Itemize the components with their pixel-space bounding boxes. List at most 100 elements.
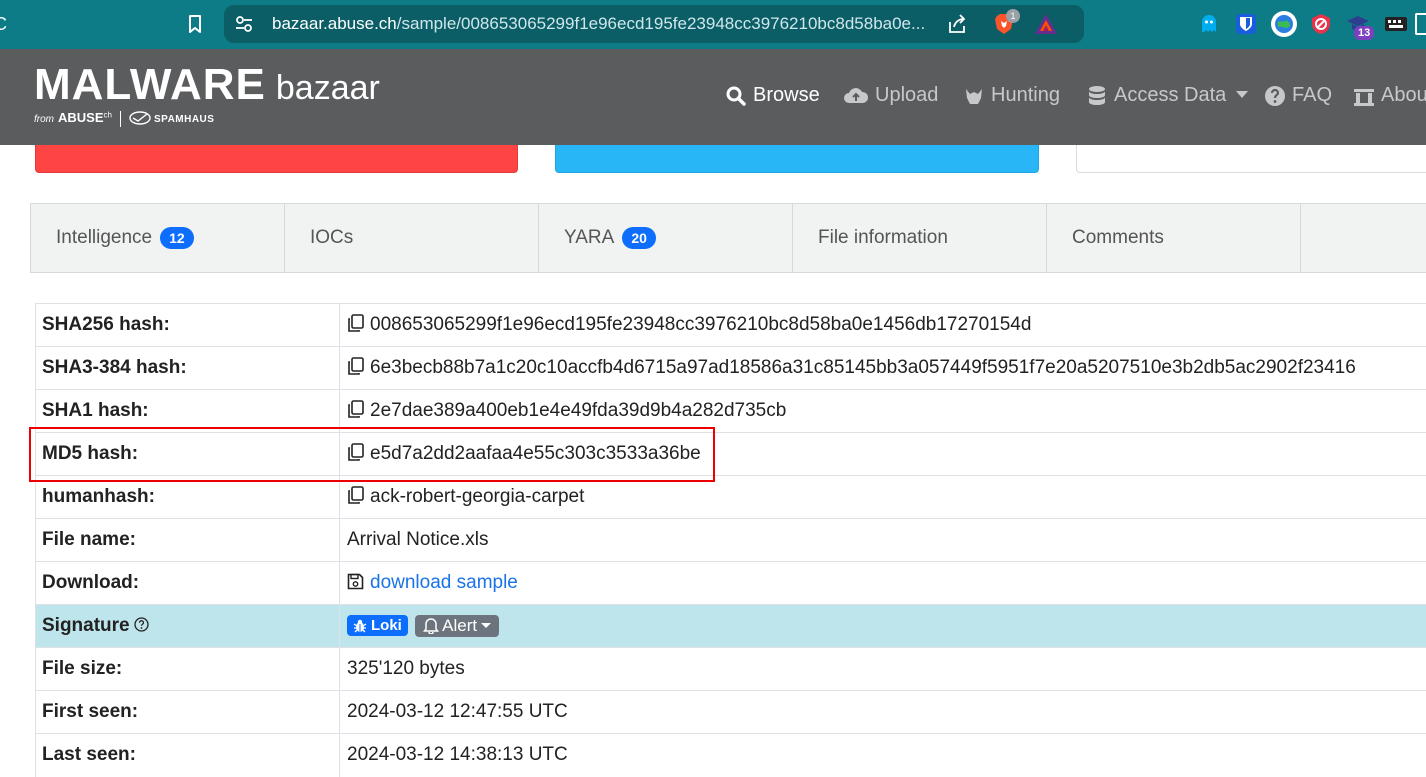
nav-browse-label: Browse (753, 84, 820, 106)
cloud-upload-icon (844, 87, 869, 103)
row-value: 6e3becb88b7a1c20c10accfb4d6715a97ad18586… (339, 346, 1426, 390)
bitwarden-icon[interactable] (1234, 12, 1258, 36)
row-key: SHA3-384 hash: (35, 346, 340, 390)
site-settings-icon[interactable] (234, 14, 254, 34)
shield-extension-icon[interactable] (1309, 12, 1333, 36)
signature-badge[interactable]: Loki (347, 615, 408, 637)
logo-text-main: MALWARE (34, 60, 266, 109)
copy-icon[interactable] (347, 486, 364, 505)
bank-icon (1354, 88, 1374, 106)
nav-access-data[interactable]: Access Data (1086, 84, 1249, 107)
summary-card-red (35, 145, 518, 173)
question-circle-icon (1265, 85, 1285, 106)
row-value: download sample (339, 561, 1426, 605)
row-key: File name: (35, 518, 340, 562)
row-sha256: SHA256 hash: 008653065299f1e96ecd195fe23… (35, 303, 1426, 347)
copy-icon[interactable] (347, 400, 364, 419)
sha3-value: 6e3becb88b7a1c20c10accfb4d6715a97ad18586… (370, 357, 1356, 378)
globe-extension-icon[interactable] (1270, 10, 1298, 38)
nav-hunting[interactable]: Hunting (963, 84, 1060, 107)
address-bar[interactable]: bazaar.abuse.ch/sample/008653065299f1e96… (224, 5, 1084, 43)
extension-count-badge: 13 (1354, 26, 1375, 40)
signature-badge-label: Loki (371, 617, 402, 635)
download-sample-link[interactable]: download sample (370, 572, 518, 593)
sample-info-table: SHA256 hash: 008653065299f1e96ecd195fe23… (35, 303, 1426, 777)
nav-about-label: Abou (1381, 84, 1426, 106)
nav-upload[interactable]: Upload (843, 84, 938, 107)
nav-access-data-label: Access Data (1114, 84, 1227, 106)
md5-highlight-annotation (29, 427, 715, 482)
row-key: Last seen: (35, 733, 340, 777)
tab-yara-badge: 20 (622, 227, 656, 249)
more-extensions-icon[interactable] (1414, 12, 1426, 36)
brave-rewards-icon[interactable] (1034, 13, 1058, 35)
site-logo[interactable]: MALWARE bazaar (34, 60, 380, 110)
reload-icon[interactable]: C (0, 14, 7, 35)
nav-browse[interactable]: Browse (725, 84, 820, 107)
row-key: File size: (35, 647, 340, 691)
url-host: bazaar.abuse.ch (272, 14, 397, 33)
nav-upload-label: Upload (875, 84, 939, 106)
tab-iocs-label: IOCs (310, 227, 354, 248)
row-value: 325'120 bytes (339, 647, 1426, 691)
tab-comments[interactable]: Comments (1047, 204, 1301, 272)
row-signature: Signature Loki Alert (35, 604, 1426, 648)
logo-ch: ch (103, 110, 112, 120)
floppy-disk-icon (347, 573, 364, 590)
sample-tabs: Intelligence 12 IOCs YARA 20 File informat… (30, 203, 1426, 273)
alert-dropdown-button[interactable]: Alert (415, 614, 500, 637)
alert-label: Alert (442, 615, 478, 635)
row-last-seen: Last seen: 2024-03-12 14:38:13 UTC (35, 733, 1426, 777)
humanhash-value: ack-robert-georgia-carpet (370, 486, 585, 507)
copy-icon[interactable] (347, 314, 364, 333)
summary-card-white (1076, 145, 1426, 173)
chevron-down-icon (1236, 91, 1249, 98)
brave-count-badge: 1 (1006, 9, 1020, 23)
row-key: Signature (35, 604, 340, 648)
tab-intelligence-label: Intelligence (56, 227, 153, 248)
browser-toolbar: C bazaar.abuse.ch/sample/008653065299f1e… (0, 0, 1426, 49)
row-file-name: File name: Arrival Notice.xls (35, 518, 1426, 562)
help-icon[interactable] (133, 617, 149, 632)
tab-comments-label: Comments (1072, 227, 1164, 248)
nav-faq-label: FAQ (1292, 84, 1333, 106)
tab-intelligence-badge: 12 (160, 227, 194, 249)
tab-intelligence[interactable]: Intelligence 12 (31, 204, 285, 272)
logo-abuse: ABUSE (58, 110, 104, 125)
sha1-value: 2e7dae389a400eb1e4e49fda39d9b4a282d735cb (370, 400, 787, 421)
nav-hunting-label: Hunting (991, 84, 1060, 106)
url-path: /sample/008653065299f1e96ecd195fe23948cc… (396, 14, 926, 33)
logo-subtitle: from ABUSEch SPAMHAUS (34, 110, 215, 128)
logo-spamhaus: SPAMHAUS (153, 114, 215, 125)
ghostery-icon[interactable] (1197, 12, 1221, 36)
sha256-value: 008653065299f1e96ecd195fe23948cc3976210b… (370, 314, 1032, 335)
row-key: SHA256 hash: (35, 303, 340, 347)
share-icon[interactable] (946, 13, 968, 35)
row-file-size: File size: 325'120 bytes (35, 647, 1426, 691)
nav-faq[interactable]: FAQ (1264, 84, 1332, 107)
bug-icon (353, 619, 367, 633)
signature-label: Signature (42, 615, 130, 636)
bell-icon (423, 618, 440, 635)
row-value: 008653065299f1e96ecd195fe23948cc3976210b… (339, 303, 1426, 347)
row-sha3-384: SHA3-384 hash: 6e3becb88b7a1c20c10accfb4… (35, 346, 1426, 390)
tab-iocs[interactable]: IOCs (285, 204, 539, 272)
hunting-icon (966, 88, 982, 104)
tab-file-information-label: File information (818, 227, 948, 248)
tab-yara-label: YARA (564, 227, 615, 248)
tab-yara[interactable]: YARA 20 (539, 204, 793, 272)
logo-text-suffix: bazaar (275, 69, 380, 107)
row-first-seen: First seen: 2024-03-12 12:47:55 UTC (35, 690, 1426, 734)
logo-divider (119, 111, 121, 128)
row-value: Loki Alert (339, 604, 1426, 648)
copy-icon[interactable] (347, 357, 364, 376)
nav-about[interactable]: Abou (1353, 84, 1426, 107)
row-key: First seen: (35, 690, 340, 734)
url-text[interactable]: bazaar.abuse.ch/sample/008653065299f1e96… (272, 14, 932, 34)
bookmark-icon[interactable] (184, 13, 206, 35)
spamhaus-icon (129, 111, 151, 125)
summary-card-blue (555, 145, 1039, 173)
tab-file-information[interactable]: File information (793, 204, 1047, 272)
keyboard-extension-icon[interactable] (1384, 12, 1408, 36)
database-icon (1089, 85, 1105, 105)
